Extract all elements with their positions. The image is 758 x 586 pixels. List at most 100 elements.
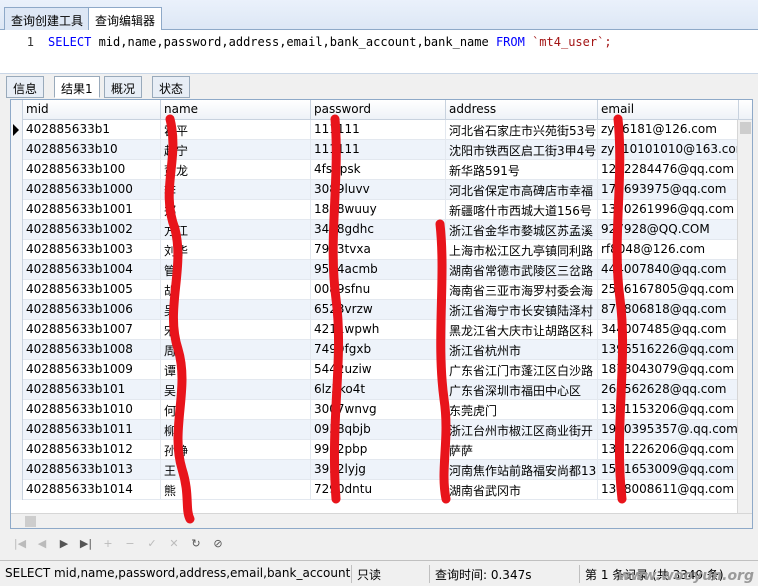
cell-email[interactable]: 1272284476@qq.com (598, 160, 739, 180)
tab-overview[interactable]: 概况 (104, 76, 143, 98)
row-indicator[interactable] (11, 300, 23, 320)
cell-mid[interactable]: 402885633b1008 (23, 340, 161, 360)
apply-icon[interactable]: ✓ (144, 535, 160, 551)
cell-name[interactable]: 刘华 (161, 240, 311, 260)
cell-mid[interactable]: 402885633b1002 (23, 220, 161, 240)
cell-name[interactable]: 熊 (161, 480, 311, 500)
cell-address[interactable]: 浙江省杭州市 (446, 340, 598, 360)
cell-mid[interactable]: 402885633b101 (23, 380, 161, 400)
cell-email[interactable]: 1396516226@qq.com (598, 340, 739, 360)
column-header-mid[interactable]: mid (23, 100, 161, 120)
cell-mid[interactable]: 402885633b1005 (23, 280, 161, 300)
horizontal-scrollbar[interactable] (11, 513, 752, 528)
cell-name[interactable]: 吴 (161, 380, 311, 400)
cell-mid[interactable]: 402885633b1009 (23, 360, 161, 380)
row-indicator[interactable] (11, 400, 23, 420)
table-row[interactable]: 402885633b1004 管 9514acmb 湖南省常德市武陵区三岔路 44400… (11, 260, 739, 280)
cell-name[interactable]: 方江 (161, 220, 311, 240)
column-header-email[interactable]: email (598, 100, 739, 120)
cell-address[interactable]: 浙江台州市椒江区商业街开 (446, 420, 598, 440)
cell-address[interactable]: 东莞虎门 (446, 400, 598, 420)
cell-address[interactable]: 浙江省金华市婺城区苏孟溪 (446, 220, 598, 240)
first-icon[interactable]: |◀ (12, 535, 28, 551)
cell-name[interactable]: 赵宁 (161, 140, 311, 160)
cell-email[interactable]: 927928@QQ.COM (598, 220, 739, 240)
cell-password[interactable]: 111111 (311, 140, 446, 160)
cell-name[interactable]: 柳 (161, 420, 311, 440)
table-row[interactable]: 402885633b1012 孙静 9952pbp 萨萨 1371226206@qq.c… (11, 440, 739, 460)
cell-email[interactable]: 2536167805@qq.com (598, 280, 739, 300)
cell-address[interactable]: 沈阳市铁西区启工街3甲4号 (446, 140, 598, 160)
cell-name[interactable]: 孙静 (161, 440, 311, 460)
row-indicator[interactable] (11, 480, 23, 500)
row-indicator[interactable] (11, 340, 23, 360)
result-grid[interactable]: mid name password address email 402885633b1 霍… (10, 99, 753, 529)
cell-address[interactable]: 浙江省海宁市长安镇陆泽村 (446, 300, 598, 320)
cell-mid[interactable]: 402885633b1012 (23, 440, 161, 460)
cell-email[interactable]: 174693975@qq.com (598, 180, 739, 200)
column-header-address[interactable]: address (446, 100, 598, 120)
cell-mid[interactable]: 402885633b1003 (23, 240, 161, 260)
row-indicator[interactable] (11, 240, 23, 260)
cell-email[interactable]: zyp6181@126.com (598, 120, 739, 140)
last-icon[interactable]: ▶| (78, 535, 94, 551)
tab-result1[interactable]: 结果1 (54, 76, 100, 98)
row-indicator[interactable] (11, 220, 23, 240)
cell-mid[interactable]: 402885633b1010 (23, 400, 161, 420)
cell-mid[interactable]: 402885633b1001 (23, 200, 161, 220)
cell-mid[interactable]: 402885633b1011 (23, 420, 161, 440)
cell-address[interactable]: 广东省江门市蓬江区白沙路 (446, 360, 598, 380)
cell-address[interactable]: 萨萨 (446, 440, 598, 460)
cell-name[interactable]: 霍平 (161, 120, 311, 140)
sql-text[interactable]: SELECT mid,name,password,address,email,b… (48, 35, 612, 49)
row-indicator[interactable] (11, 360, 23, 380)
table-row[interactable]: 402885633b100 董龙 4fsqpsk 新华路591号 1272284476@… (11, 160, 739, 180)
cell-name[interactable]: 宋 (161, 320, 311, 340)
cell-mid[interactable]: 402885633b1007 (23, 320, 161, 340)
cell-address[interactable]: 河南焦作站前路福安尚都13 (446, 460, 598, 480)
cell-password[interactable]: 0958qbjb (311, 420, 446, 440)
cell-address[interactable]: 海南省三亚市海罗村委会海 (446, 280, 598, 300)
table-row[interactable]: 402885633b1009 谭 5442uziw 广东省江门市蓬江区白沙路 18730… (11, 360, 739, 380)
row-indicator[interactable] (11, 160, 23, 180)
vertical-scrollbar[interactable] (737, 120, 752, 515)
table-row[interactable]: 402885633b10 赵宁 111111 沈阳市铁西区启工街3甲4号 zyn1010… (11, 140, 739, 160)
cell-password[interactable]: 6523vrzw (311, 300, 446, 320)
cell-password[interactable]: 111111 (311, 120, 446, 140)
cell-name[interactable]: 郑 (161, 200, 311, 220)
cell-name[interactable]: 李 (161, 180, 311, 200)
refresh-icon[interactable]: ↻ (188, 535, 204, 551)
scroll-thumb[interactable] (740, 122, 751, 134)
cell-address[interactable]: 河北省保定市高碑店市幸福 (446, 180, 598, 200)
column-header-name[interactable]: name (161, 100, 311, 120)
table-row[interactable]: 402885633b101 吴 6lz5ko4t 广东省深圳市福田中心区 2695626… (11, 380, 739, 400)
cell-password[interactable]: 6lz5ko4t (311, 380, 446, 400)
add-icon[interactable]: + (100, 535, 116, 551)
cell-mid[interactable]: 402885633b1000 (23, 180, 161, 200)
cell-email[interactable]: rf8048@126.com (598, 240, 739, 260)
table-row[interactable]: 402885633b1 霍平 111111 河北省石家庄市兴苑街53号 zyp6181@… (11, 120, 739, 140)
row-indicator[interactable] (11, 200, 23, 220)
cell-mid[interactable]: 402885633b10 (23, 140, 161, 160)
cell-email[interactable]: 1378008611@qq.com (598, 480, 739, 500)
table-row[interactable]: 402885633b1000 李 3089luvv 河北省保定市高碑店市幸福 17469… (11, 180, 739, 200)
cell-name[interactable]: 胡 (161, 280, 311, 300)
cell-name[interactable]: 何 (161, 400, 311, 420)
table-row[interactable]: 402885633b1010 何 3007wnvg 东莞虎门 1371153206@qq… (11, 400, 739, 420)
cell-address[interactable]: 新华路591号 (446, 160, 598, 180)
cell-email[interactable]: 1873043079@qq.com (598, 360, 739, 380)
cell-name[interactable]: 王 (161, 460, 311, 480)
prev-icon[interactable]: ◀ (34, 535, 50, 551)
column-header-password[interactable]: password (311, 100, 446, 120)
cell-password[interactable]: 7499fgxb (311, 340, 446, 360)
tab-query-builder[interactable]: 查询创建工具 (4, 7, 91, 31)
cancel-icon[interactable]: ✕ (166, 535, 182, 551)
cell-mid[interactable]: 402885633b1 (23, 120, 161, 140)
sql-editor[interactable]: 1 SELECT mid,name,password,address,email… (0, 30, 758, 74)
cell-email[interactable]: zyn10101010@163.com (598, 140, 739, 160)
cell-address[interactable]: 黑龙江省大庆市让胡路区科 (446, 320, 598, 340)
tab-info[interactable]: 信息 (6, 76, 45, 98)
table-row[interactable]: 402885633b1003 刘华 7943tvxa 上海市松江区九亭镇同利路 rf80… (11, 240, 739, 260)
cell-password[interactable]: 9514acmb (311, 260, 446, 280)
stop-icon[interactable]: ⊘ (210, 535, 226, 551)
